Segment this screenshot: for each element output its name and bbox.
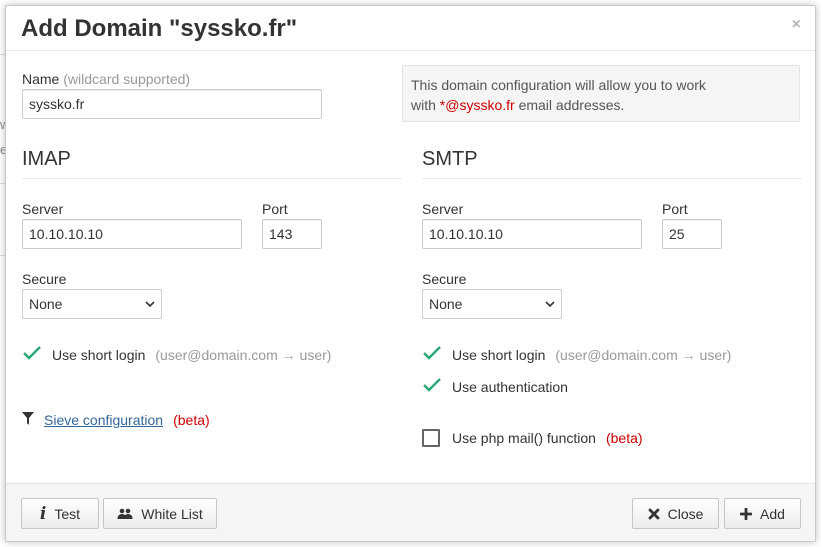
info-line-1: This domain configuration will allow you…	[411, 77, 706, 93]
smtp-short-login-hint: (user@domain.com → user)	[555, 346, 732, 363]
info-text: email addresses.	[514, 97, 625, 113]
smtp-secure-value: None	[429, 296, 463, 312]
checkmark-icon	[422, 377, 452, 396]
imap-server-label: Server	[22, 201, 64, 217]
dialog-footer: i Test White List Close Add	[6, 483, 815, 541]
sieve-configuration-link[interactable]: Sieve configuration	[44, 412, 163, 428]
white-list-button-label: White List	[141, 505, 203, 522]
domain-wildcard-highlight: *@syssko.fr	[439, 97, 515, 113]
close-button-label: Close	[667, 505, 704, 522]
add-button[interactable]: Add	[724, 498, 801, 529]
dialog-header: Add Domain "syssko.fr" ×	[6, 6, 815, 51]
add-domain-dialog: Add Domain "syssko.fr" × Name (wildcard …	[5, 5, 816, 542]
smtp-secure-select[interactable]: None	[422, 289, 562, 319]
imap-section-title: IMAP	[22, 148, 71, 170]
php-mail-checkbox[interactable]: Use php mail() function (beta)	[422, 429, 643, 447]
info-text: with	[411, 97, 440, 113]
smtp-secure-label: Secure	[422, 271, 467, 287]
white-list-button[interactable]: White List	[103, 498, 217, 529]
close-icon	[648, 508, 660, 520]
smtp-server-label: Server	[422, 201, 464, 217]
smtp-port-input[interactable]: 25	[662, 219, 722, 249]
chevron-down-icon	[145, 290, 155, 329]
imap-port-input[interactable]: 143	[262, 219, 322, 249]
filter-icon	[22, 412, 44, 428]
imap-short-login-label: Use short login	[52, 346, 146, 363]
imap-secure-label: Secure	[22, 271, 67, 287]
smtp-server-input[interactable]: 10.10.10.10	[422, 219, 642, 249]
name-label-row: Name (wildcard supported)	[22, 71, 190, 87]
users-icon	[117, 508, 133, 520]
checkbox-unchecked-icon[interactable]	[422, 429, 440, 447]
imap-secure-value: None	[29, 296, 63, 312]
add-button-label: Add	[760, 505, 785, 522]
sieve-config-row: Sieve configuration (beta)	[22, 412, 210, 428]
chevron-down-icon	[545, 290, 555, 329]
smtp-authentication-checkbox[interactable]: Use authentication	[422, 377, 568, 396]
sieve-beta-badge: (beta)	[173, 412, 210, 428]
checkmark-icon	[422, 345, 452, 364]
imap-server-input[interactable]: 10.10.10.10	[22, 219, 242, 249]
test-button[interactable]: i Test	[21, 498, 99, 529]
name-hint: (wildcard supported)	[63, 71, 191, 87]
close-button[interactable]: Close	[632, 498, 719, 529]
imap-divider	[22, 178, 402, 179]
smtp-short-login-label: Use short login	[452, 346, 546, 363]
smtp-port-label: Port	[662, 201, 688, 217]
checkmark-icon	[22, 345, 52, 364]
php-mail-label: Use php mail() function	[452, 430, 596, 446]
imap-secure-select[interactable]: None	[22, 289, 162, 319]
smtp-divider	[422, 178, 802, 179]
domain-name-input[interactable]: syssko.fr	[22, 89, 322, 119]
close-icon[interactable]: ×	[792, 16, 801, 34]
info-icon: i	[39, 503, 47, 524]
imap-short-login-hint: (user@domain.com → user)	[155, 346, 332, 363]
info-box: This domain configuration will allow you…	[402, 65, 800, 122]
imap-short-login-checkbox[interactable]: Use short login (user@domain.com → user)	[22, 345, 331, 364]
info-line-2: with *@syssko.fr email addresses.	[411, 95, 791, 115]
imap-port-label: Port	[262, 201, 288, 217]
test-button-label: Test	[54, 505, 81, 522]
smtp-authentication-label: Use authentication	[452, 378, 568, 395]
dialog-title: Add Domain "syssko.fr"	[21, 15, 298, 42]
smtp-section-title: SMTP	[422, 148, 478, 170]
smtp-short-login-checkbox[interactable]: Use short login (user@domain.com → user)	[422, 345, 731, 364]
name-label: Name	[22, 71, 60, 87]
plus-icon	[740, 507, 753, 520]
php-mail-beta-badge: (beta)	[605, 430, 643, 446]
